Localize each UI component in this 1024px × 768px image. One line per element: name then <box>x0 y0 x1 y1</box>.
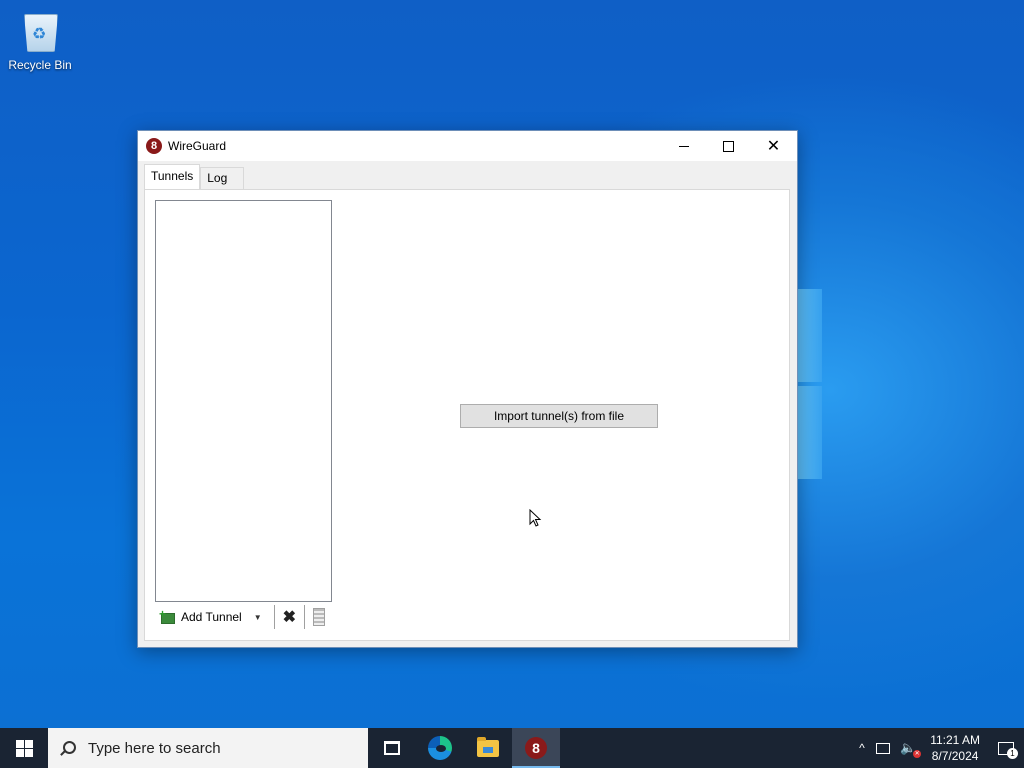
notification-count: 1 <box>1007 747 1018 759</box>
start-button[interactable] <box>0 728 48 768</box>
search-icon <box>60 741 76 756</box>
recycle-bin-shortcut[interactable]: ♻ Recycle Bin <box>6 8 74 72</box>
recycle-bin-label: Recycle Bin <box>8 58 72 72</box>
title-bar[interactable]: 8 WireGuard ✕ <box>138 131 797 161</box>
minimize-button[interactable] <box>661 131 706 161</box>
task-view-icon <box>384 741 400 755</box>
taskbar: 8 ^ 🔈✕ 11:21 AM 8/7/2024 1 <box>0 728 1024 768</box>
add-tunnel-label: Add Tunnel <box>181 610 242 624</box>
notification-center-button[interactable]: 1 <box>992 741 1020 759</box>
window-title: WireGuard <box>168 139 227 153</box>
tunnel-list[interactable] <box>155 200 332 602</box>
import-tunnel-button[interactable]: Import tunnel(s) from file <box>460 404 658 428</box>
clock[interactable]: 11:21 AM 8/7/2024 <box>930 732 980 764</box>
tab-bar: Tunnels Log <box>144 164 245 189</box>
wireguard-icon: 8 <box>525 737 547 759</box>
tunnel-toolbar: + Add Tunnel ▼ ✖ <box>155 604 326 630</box>
recycle-bin-icon: ♻ <box>20 8 60 52</box>
windows-logo-shard-bottom <box>798 386 822 479</box>
volume-icon[interactable]: 🔈 ✕ <box>900 740 922 758</box>
clock-date: 8/7/2024 <box>931 749 979 763</box>
task-view-button[interactable] <box>368 728 416 768</box>
system-tray: ^ 🔈 ✕ 11:21 AM 8/7/2024 1 <box>854 728 1024 768</box>
tab-log[interactable]: Log <box>200 167 245 189</box>
muted-badge-icon: ✕ <box>913 750 922 758</box>
file-explorer-taskbar-button[interactable] <box>464 728 512 768</box>
maximize-icon <box>723 140 734 152</box>
wireguard-window: 8 WireGuard ✕ Tunnels Log + Add Tunnel ▼… <box>137 130 798 648</box>
network-icon[interactable] <box>876 742 890 754</box>
toolbar-divider <box>273 605 275 629</box>
add-tunnel-icon: + <box>159 607 175 624</box>
search-input[interactable] <box>86 738 350 758</box>
windows-start-icon <box>15 739 33 757</box>
tunnels-panel: + Add Tunnel ▼ ✖ Import tunnel(s) from f… <box>144 189 790 641</box>
mouse-cursor-icon <box>529 509 542 527</box>
windows-logo-shard-top <box>798 289 822 382</box>
close-button[interactable]: ✕ <box>751 131 796 161</box>
wireguard-app-icon: 8 <box>146 138 162 154</box>
taskbar-search[interactable] <box>48 728 368 768</box>
clock-time: 11:21 AM <box>930 733 980 747</box>
export-zip-icon[interactable] <box>313 608 326 626</box>
maximize-button[interactable] <box>706 131 751 161</box>
show-hidden-icons-button[interactable]: ^ <box>854 741 870 755</box>
delete-tunnel-button[interactable]: ✖ <box>283 607 296 627</box>
toolbar-divider <box>304 605 306 629</box>
minimize-icon <box>678 145 689 147</box>
close-icon: ✕ <box>766 138 781 155</box>
edge-icon <box>428 736 452 760</box>
wireguard-taskbar-button[interactable]: 8 <box>512 728 560 768</box>
add-tunnel-button[interactable]: + Add Tunnel ▼ <box>155 605 266 629</box>
chevron-down-icon[interactable]: ▼ <box>254 613 262 622</box>
tab-tunnels[interactable]: Tunnels <box>144 164 201 189</box>
edge-taskbar-button[interactable] <box>416 728 464 768</box>
folder-icon <box>477 736 499 757</box>
